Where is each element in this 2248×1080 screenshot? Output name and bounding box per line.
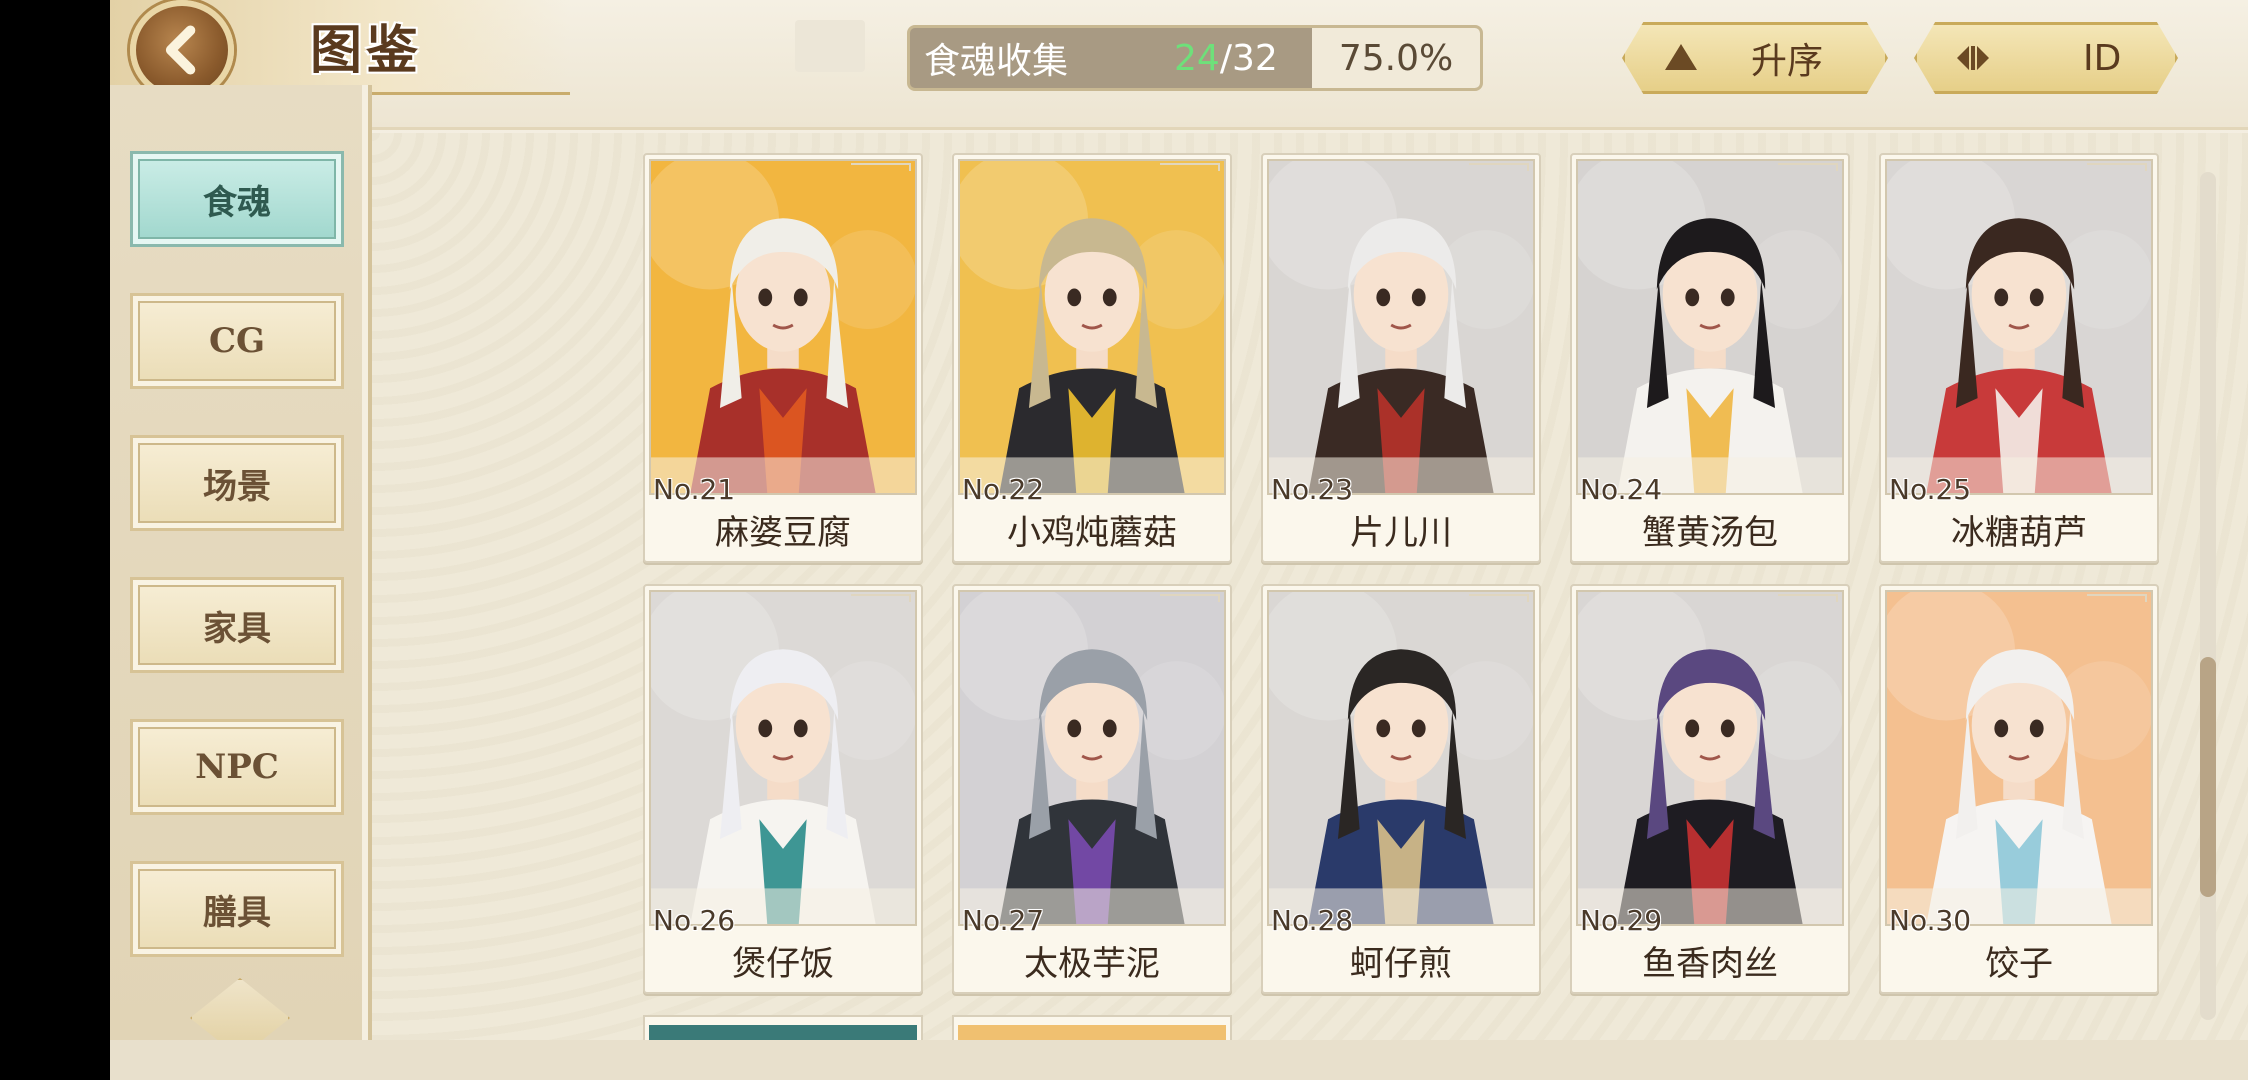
sort-order-button[interactable]: 升序 [1622, 22, 1888, 94]
card-name: 太极芋泥 [1024, 944, 1160, 984]
card-number: No.30 [1889, 904, 1972, 937]
chevron-left-icon [165, 25, 196, 75]
collection-percent: 75.0% [1312, 28, 1480, 88]
food-soul-card[interactable]: No.22 小鸡炖蘑菇 [952, 153, 1232, 563]
card-name: 片儿川 [1350, 513, 1452, 553]
collection-progress: 食魂收集 24/32 75.0% [907, 25, 1483, 91]
food-soul-card[interactable]: No.26 煲仔饭 [643, 584, 923, 994]
card-name: 麻婆豆腐 [715, 513, 851, 553]
category-sidebar: 食魂 CG 场景 家具 NPC 膳具 [110, 85, 368, 1045]
character-portrait [1267, 590, 1535, 926]
card-name: 蟹黄汤包 [1642, 513, 1778, 553]
food-soul-card[interactable]: No.23 片儿川 [1261, 153, 1541, 563]
sidebar-tab-furniture[interactable]: 家具 [130, 577, 344, 673]
sidebar-tab-npc[interactable]: NPC [130, 719, 344, 815]
food-soul-card[interactable]: No.29 鱼香肉丝 [1570, 584, 1850, 994]
sort-key-button[interactable]: ID [1914, 22, 2178, 94]
collected-count: 24 [1174, 37, 1220, 79]
card-ornament [851, 163, 911, 171]
sidebar-tab-cg[interactable]: CG [130, 293, 344, 389]
card-grid: No.21 麻婆豆腐 No.22 小鸡炖蘑菇 No.23 片儿川 No.24 蟹黄汤包 No.2… [372, 133, 2192, 1047]
collection-label: 食魂收集 [924, 41, 1069, 82]
character-portrait [1267, 159, 1535, 495]
triangle-up-icon [1665, 44, 1697, 70]
sidebar-tab-food-souls[interactable]: 食魂 [130, 151, 344, 247]
card-number: No.22 [962, 473, 1045, 506]
card-number: No.23 [1271, 473, 1354, 506]
card-ornament [1778, 594, 1838, 602]
food-soul-card[interactable]: No.24 蟹黄汤包 [1570, 153, 1850, 563]
sidebar-tab-scenes[interactable]: 场景 [130, 435, 344, 531]
character-portrait [1885, 159, 2153, 495]
page-title: 图鉴 [310, 21, 423, 81]
character-portrait [1885, 590, 2153, 926]
card-ornament [1469, 594, 1529, 602]
card-name: 小鸡炖蘑菇 [1007, 513, 1177, 553]
game-screen: 图鉴 食魂收集 24/32 75.0% 升序 ID 食魂 CG 场景 家具 NP… [110, 0, 2248, 1080]
card-name: 鱼香肉丝 [1642, 944, 1778, 984]
card-number: No.25 [1889, 473, 1972, 506]
card-name: 饺子 [1985, 944, 2053, 984]
card-ornament [851, 594, 911, 602]
food-soul-card[interactable]: No.30 饺子 [1879, 584, 2159, 994]
character-portrait [958, 159, 1226, 495]
card-number: No.24 [1580, 473, 1663, 506]
total-count: /32 [1219, 37, 1278, 79]
character-portrait [649, 590, 917, 926]
food-soul-card[interactable]: No.28 蚵仔煎 [1261, 584, 1541, 994]
card-ornament [1160, 163, 1220, 171]
sort-key-label: ID [2083, 37, 2122, 79]
food-soul-card[interactable]: No.25 冰糖葫芦 [1879, 153, 2159, 563]
character-portrait [958, 590, 1226, 926]
card-number: No.26 [653, 904, 736, 937]
card-name: 冰糖葫芦 [1951, 513, 2087, 553]
sidebar-tab-tableware[interactable]: 膳具 [130, 861, 344, 957]
card-name: 煲仔饭 [732, 944, 834, 984]
card-ornament [1160, 594, 1220, 602]
character-portrait [1576, 159, 1844, 495]
card-number: No.28 [1271, 904, 1354, 937]
character-portrait [649, 159, 917, 495]
card-number: No.21 [653, 473, 736, 506]
card-ornament [1469, 163, 1529, 171]
card-number: No.29 [1580, 904, 1663, 937]
character-portrait [1576, 590, 1844, 926]
card-ornament [1778, 163, 1838, 171]
scrollbar[interactable] [2200, 172, 2216, 1020]
scrollbar-thumb[interactable] [2200, 657, 2216, 897]
food-soul-card[interactable]: No.27 太极芋泥 [952, 584, 1232, 994]
tab-indicator [795, 20, 865, 72]
switch-arrows-icon [1957, 46, 1989, 70]
card-number: No.27 [962, 904, 1045, 937]
sort-order-label: 升序 [1751, 41, 1824, 82]
collection-panel: No.21 麻婆豆腐 No.22 小鸡炖蘑菇 No.23 片儿川 No.24 蟹黄汤包 No.2… [372, 133, 2248, 1047]
collection-count: 24/32 [1174, 38, 1279, 79]
card-ornament [2087, 163, 2147, 171]
bottom-strip [110, 1040, 2248, 1080]
card-name: 蚵仔煎 [1350, 944, 1452, 984]
card-ornament [2087, 594, 2147, 602]
food-soul-card[interactable]: No.21 麻婆豆腐 [643, 153, 923, 563]
